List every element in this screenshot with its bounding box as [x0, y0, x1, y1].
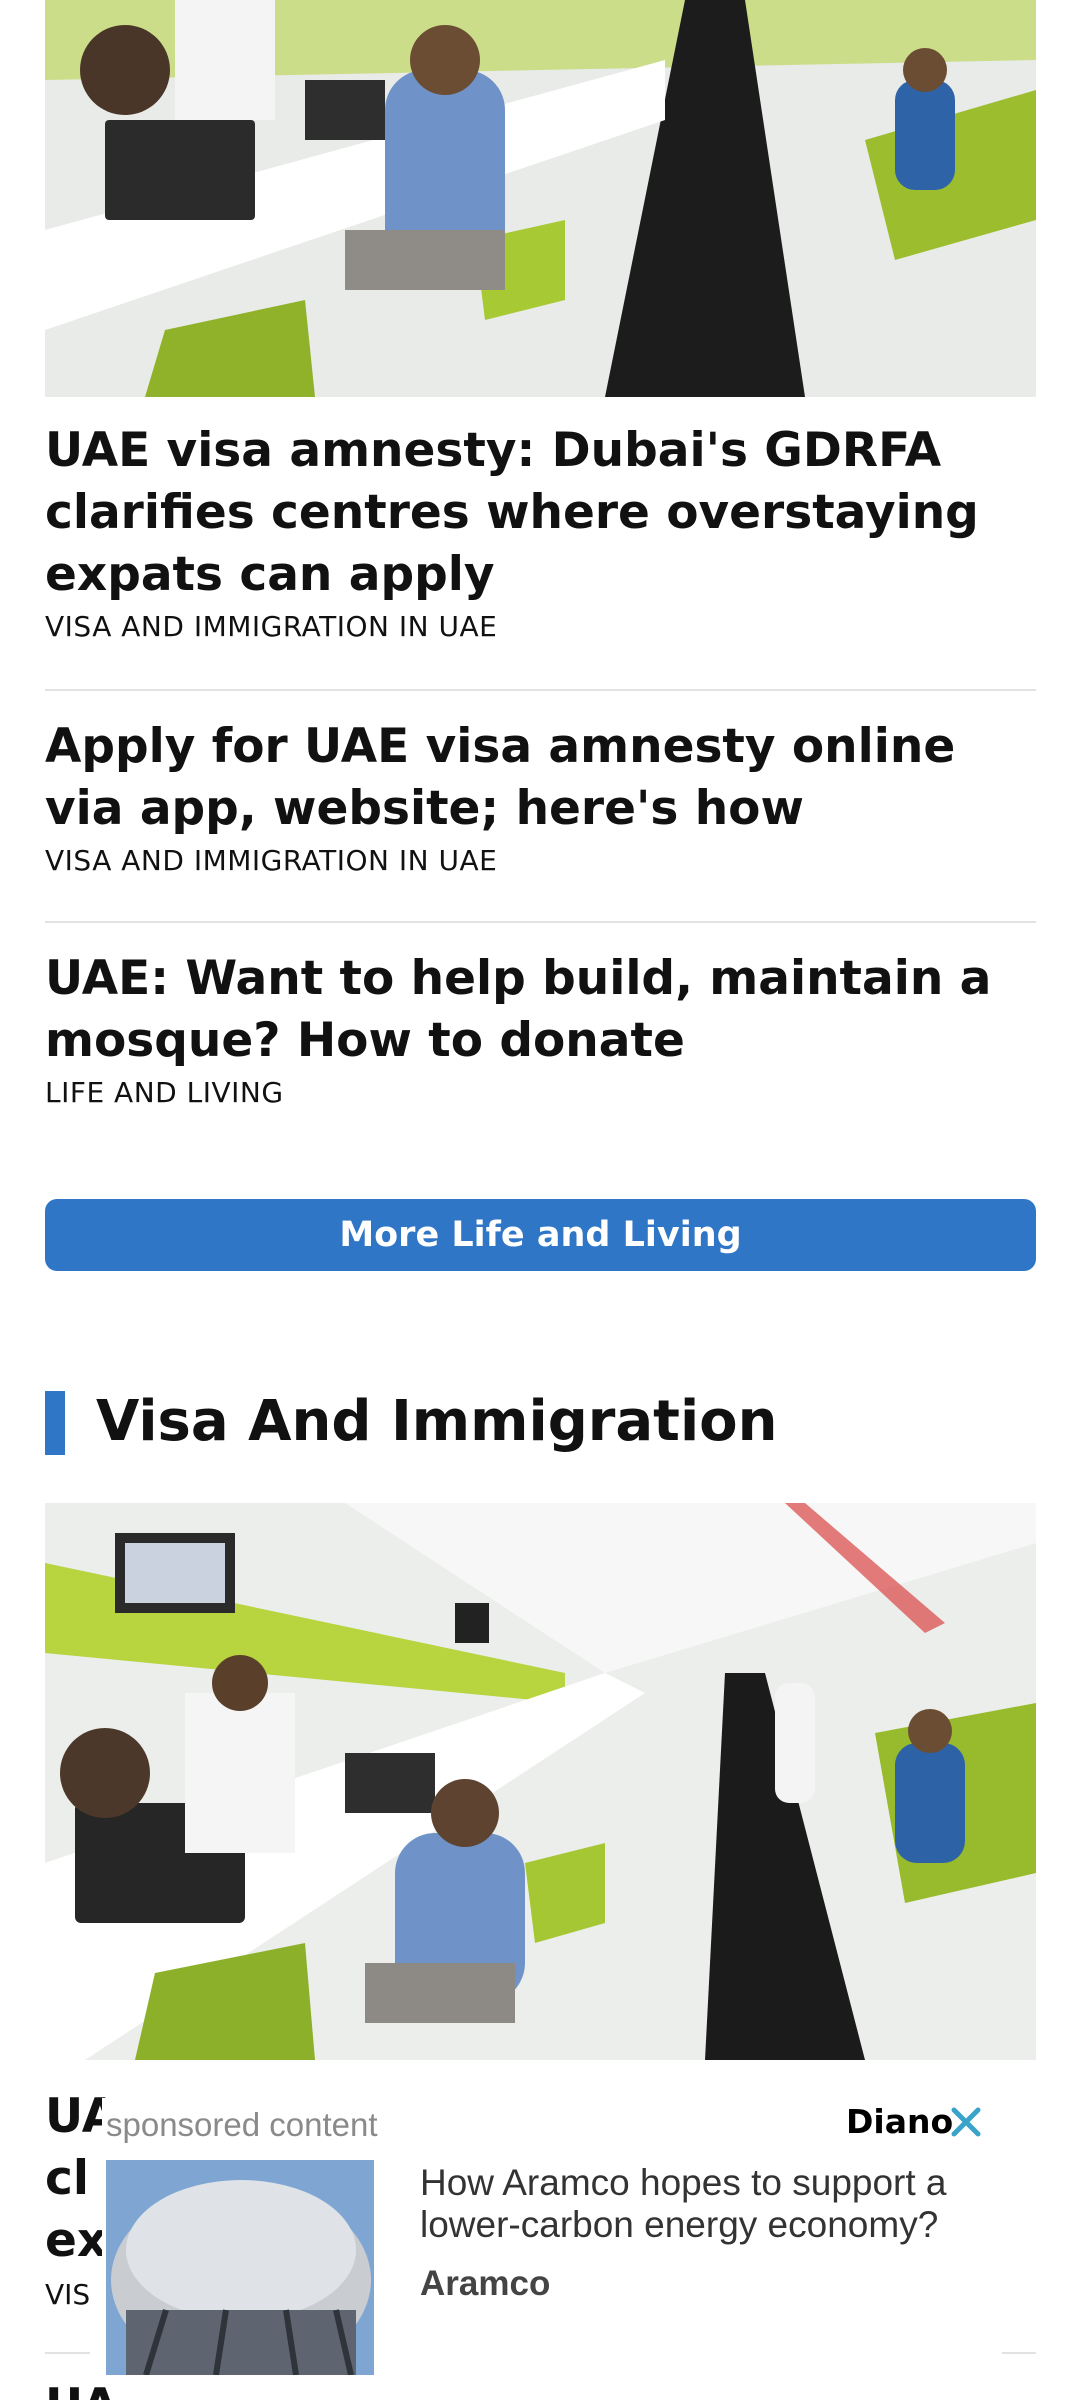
more-life-and-living-button[interactable]: More Life and Living	[45, 1199, 1036, 1271]
divider	[45, 2352, 90, 2354]
article-photo-top[interactable]	[45, 0, 1036, 397]
section-article-photo[interactable]	[45, 1503, 1036, 2060]
office-photo-image	[45, 0, 1036, 397]
divider	[45, 689, 1036, 691]
section-article-category-peek[interactable]: VIS	[45, 2278, 90, 2311]
section-accent-bar	[45, 1391, 65, 1455]
article-category[interactable]: VISA AND IMMIGRATION IN UAE	[45, 844, 1036, 877]
article-category[interactable]: VISA AND IMMIGRATION IN UAE	[45, 610, 1036, 643]
sponsored-ad[interactable]: sponsored content Diano How Aramco hopes…	[102, 2098, 1002, 2375]
office-photo-image	[45, 1503, 1036, 2060]
ad-label: sponsored content	[106, 2106, 378, 2143]
next-article-headline-peek[interactable]: UA	[45, 2376, 118, 2400]
article-headline[interactable]: Apply for UAE visa amnesty online via ap…	[45, 716, 1036, 840]
ad-thumbnail[interactable]	[106, 2160, 374, 2375]
divider	[45, 921, 1036, 923]
article-item[interactable]: UAE visa amnesty: Dubai's GDRFA clarifie…	[45, 420, 1036, 643]
article-headline[interactable]: UAE: Want to help build, maintain a mosq…	[45, 948, 1036, 1072]
ad-title[interactable]: How Aramco hopes to support a lower-carb…	[420, 2162, 980, 2246]
ad-brand-logo[interactable]: Diano	[846, 2102, 953, 2141]
ad-sponsor: Aramco	[420, 2264, 551, 2303]
close-icon[interactable]	[944, 2100, 988, 2144]
headline-line: UA	[45, 2376, 118, 2400]
article-headline[interactable]: UAE visa amnesty: Dubai's GDRFA clarifie…	[45, 420, 1036, 606]
article-category[interactable]: LIFE AND LIVING	[45, 1076, 1036, 1109]
article-item[interactable]: UAE: Want to help build, maintain a mosq…	[45, 948, 1036, 1109]
water-tower-image	[106, 2160, 374, 2375]
section-title[interactable]: Visa And Immigration	[96, 1384, 778, 1460]
article-item[interactable]: Apply for UAE visa amnesty online via ap…	[45, 716, 1036, 877]
